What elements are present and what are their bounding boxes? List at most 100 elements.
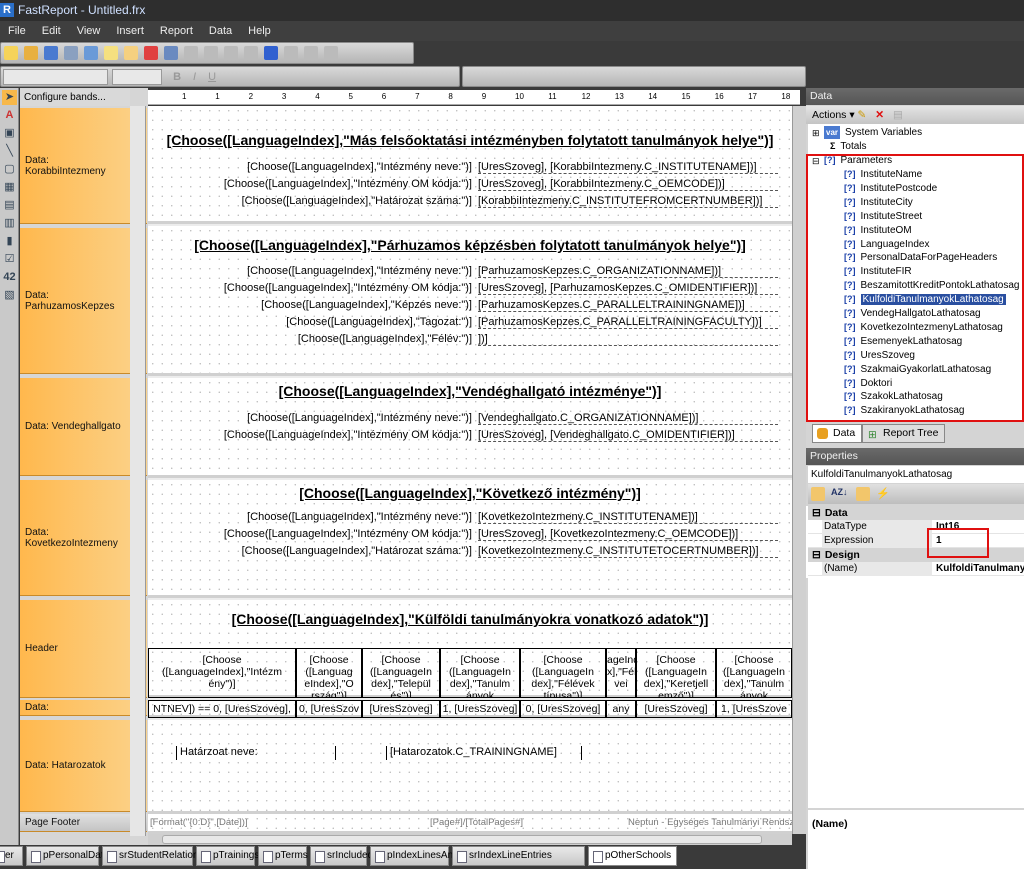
band-area[interactable]: [Choose([LanguageIndex],"Következő intéz… <box>148 480 792 598</box>
band-area[interactable]: Határzoat neve: [Hatarozatok.C_TRAININGNA… <box>148 720 792 814</box>
configure-bands-button[interactable]: Configure bands... <box>20 89 130 106</box>
group-icon[interactable] <box>304 46 318 60</box>
text-icon[interactable]: A <box>2 108 17 123</box>
page-tab[interactable]: pTerms <box>258 846 308 866</box>
column-header[interactable]: [Choose ([LanguageIn dex],"Települ és")] <box>362 648 440 698</box>
field-label[interactable]: [Choose([LanguageIndex],"Határozat száma… <box>242 195 472 207</box>
footer-page-number[interactable]: [Page#]/[TotalPages#] <box>430 817 523 828</box>
italic-icon[interactable]: I <box>193 71 196 83</box>
column-header[interactable]: [Choose ([LanguageIn dex],"Tanulm ányok <box>716 648 792 698</box>
vertical-scrollbar[interactable] <box>792 106 806 834</box>
band-label[interactable]: Data: <box>20 700 147 716</box>
save-icon[interactable] <box>44 46 58 60</box>
subreport-icon[interactable]: ▤ <box>2 198 17 213</box>
events-icon[interactable]: ⚡ <box>876 487 890 501</box>
field-label[interactable]: [Choose([LanguageIndex],"Intézmény OM kó… <box>224 429 472 441</box>
shape-icon[interactable]: ▢ <box>2 162 17 177</box>
richtext-icon[interactable]: ▧ <box>2 288 17 303</box>
copy-icon[interactable] <box>204 46 218 60</box>
section-title[interactable]: [Choose([LanguageIndex],"Következő intéz… <box>148 485 792 501</box>
open-icon[interactable] <box>24 46 38 60</box>
data-cell[interactable]: any <box>606 700 636 718</box>
column-header[interactable]: [Choose ([LanguageIn dex],"Tanulm ányok <box>440 648 520 698</box>
horizontal-scrollbar[interactable] <box>148 834 792 845</box>
delete-page-icon[interactable] <box>144 46 158 60</box>
data-cell[interactable]: 0, [UresSzoveg] <box>520 700 606 718</box>
preview-icon[interactable] <box>84 46 98 60</box>
properties-icon[interactable]: ▤ <box>893 109 903 121</box>
column-header[interactable]: ageInde x],"Félé vei <box>606 648 636 698</box>
property-row[interactable]: DataType Int16 <box>808 520 1024 534</box>
column-header[interactable]: [Choose ([LanguageIn dex],"Félévek típus… <box>520 648 606 698</box>
page-tab[interactable]: pTrainings <box>196 846 259 866</box>
collapse-icon[interactable]: ⊟ <box>812 549 821 561</box>
band-label[interactable]: Data: Hatarozatok <box>20 720 147 812</box>
menu-view[interactable]: View <box>69 21 109 41</box>
field-label[interactable]: [Choose([LanguageIndex],"Intézmény OM kó… <box>224 178 472 190</box>
redo-icon[interactable] <box>284 46 298 60</box>
hatarozat-label[interactable]: Határzoat neve: <box>176 746 336 760</box>
format-painter-icon[interactable] <box>244 46 258 60</box>
page-tab[interactable]: pOtherSchools <box>588 846 677 866</box>
table-icon[interactable]: ▦ <box>2 180 17 195</box>
collapse-icon[interactable]: ⊟ <box>812 507 821 519</box>
new-dialog-icon[interactable] <box>124 46 138 60</box>
data-cell[interactable]: 1, [UresSzoveg] <box>440 700 520 718</box>
footer-date[interactable]: [Format("{0:D}",[Date])] <box>150 817 248 828</box>
band-label[interactable]: Data: ParhuzamosKepzes <box>20 228 147 374</box>
field-value[interactable]: [UresSzoveg], [Vendeghallgato.C_OMIDENTI… <box>478 429 778 442</box>
field-value[interactable]: [ParhuzamosKepzes.C_ORGANIZATIONNAME])] <box>478 265 778 278</box>
ungroup-icon[interactable] <box>324 46 338 60</box>
property-group[interactable]: ⊟ Data <box>808 506 1024 520</box>
underline-icon[interactable]: U <box>208 71 216 83</box>
section-title[interactable]: [Choose([LanguageIndex],"Vendéghallgató … <box>148 383 792 399</box>
tree-system-variables[interactable]: var System Variables <box>824 126 922 139</box>
field-label[interactable]: [Choose([LanguageIndex],"Intézmény neve:… <box>247 161 472 173</box>
categorized-icon[interactable] <box>811 487 825 501</box>
delete-icon[interactable]: ✕ <box>875 109 884 121</box>
data-cell[interactable]: [UresSzoveg] <box>636 700 716 718</box>
hatarozat-value[interactable]: [Hatarozatok.C_TRAININGNAME] <box>386 746 582 760</box>
field-label[interactable]: [Choose([LanguageIndex],"Félév:")] <box>298 333 472 345</box>
font-size-combo[interactable] <box>112 69 162 85</box>
dropdown-arrow-icon[interactable]: ▾ <box>846 109 857 121</box>
field-value[interactable]: ])] <box>478 333 778 346</box>
data-cell[interactable]: 1, [UresSzove <box>716 700 792 718</box>
picture-icon[interactable]: ▣ <box>2 126 17 141</box>
actions-menu[interactable]: Actions <box>812 109 846 121</box>
tab-data[interactable]: Data <box>812 424 863 443</box>
field-label[interactable]: [Choose([LanguageIndex],"Intézmény neve:… <box>247 511 472 523</box>
column-header[interactable]: [Choose ([Languag eIndex],"O rszág")] <box>296 648 362 698</box>
field-value[interactable]: [UresSzoveg], [KovetkezoIntezmeny.C_OEMC… <box>478 528 778 541</box>
page-tab[interactable]: srIndexLineEntries <box>452 846 585 866</box>
column-header[interactable]: [Choose ([LanguageIn dex],"Keretjell emz… <box>636 648 716 698</box>
band-area[interactable]: [Format("{0:D}",[Date])] [Page#]/[TotalPa… <box>148 814 792 834</box>
properties-view-icon[interactable] <box>856 487 870 501</box>
band-area[interactable]: [Choose([LanguageIndex],"Más felsőoktatá… <box>148 106 792 224</box>
menu-help[interactable]: Help <box>240 21 279 41</box>
field-value[interactable]: [UresSzoveg], [ParhuzamosKepzes.C_OMIDEN… <box>478 282 778 295</box>
band-label[interactable]: Data: KorabbiIntezmeny <box>20 108 147 224</box>
page-tab[interactable]: srStudentRelation <box>102 846 199 866</box>
sort-az-icon[interactable]: AZ↓ <box>831 487 848 501</box>
number-icon[interactable]: 42 <box>2 270 17 285</box>
font-name-combo[interactable] <box>3 69 108 85</box>
field-label[interactable]: [Choose([LanguageIndex],"Intézmény OM kó… <box>224 282 472 294</box>
menu-report[interactable]: Report <box>152 21 201 41</box>
section-title[interactable]: [Choose([LanguageIndex],"Külföldi tanulm… <box>148 611 792 627</box>
band-label[interactable]: Data: KovetkezoIntezmeny <box>20 480 147 596</box>
property-row[interactable]: Expression 1 <box>808 534 1024 548</box>
field-label[interactable]: [Choose([LanguageIndex],"Intézmény OM kó… <box>224 528 472 540</box>
tab-report-tree[interactable]: ⊞ Report Tree <box>862 424 946 443</box>
edit-icon[interactable]: ✎ <box>858 109 867 121</box>
field-label[interactable]: [Choose([LanguageIndex],"Képzés neve:")] <box>261 299 472 311</box>
menu-insert[interactable]: Insert <box>108 21 152 41</box>
paste-icon[interactable] <box>224 46 238 60</box>
field-value[interactable]: [KorabbiIntezmeny.C_INSTITUTEFROMCERTNUM… <box>478 195 778 208</box>
band-area[interactable]: NTNEV]) == 0, [UresSzoveg], 0, [UresSzov[… <box>148 700 792 718</box>
property-group[interactable]: ⊟ Design <box>808 548 1024 562</box>
field-label[interactable]: [Choose([LanguageIndex],"Intézmény neve:… <box>247 412 472 424</box>
field-value[interactable]: [UresSzoveg], [KorabbiIntezmeny.C_OEMCOD… <box>478 178 778 191</box>
footer-system-name[interactable]: Neptun - Egységes Tanulmányi Rendsz <box>628 817 792 828</box>
page-tab[interactable]: srIncludedCredits <box>310 846 405 866</box>
